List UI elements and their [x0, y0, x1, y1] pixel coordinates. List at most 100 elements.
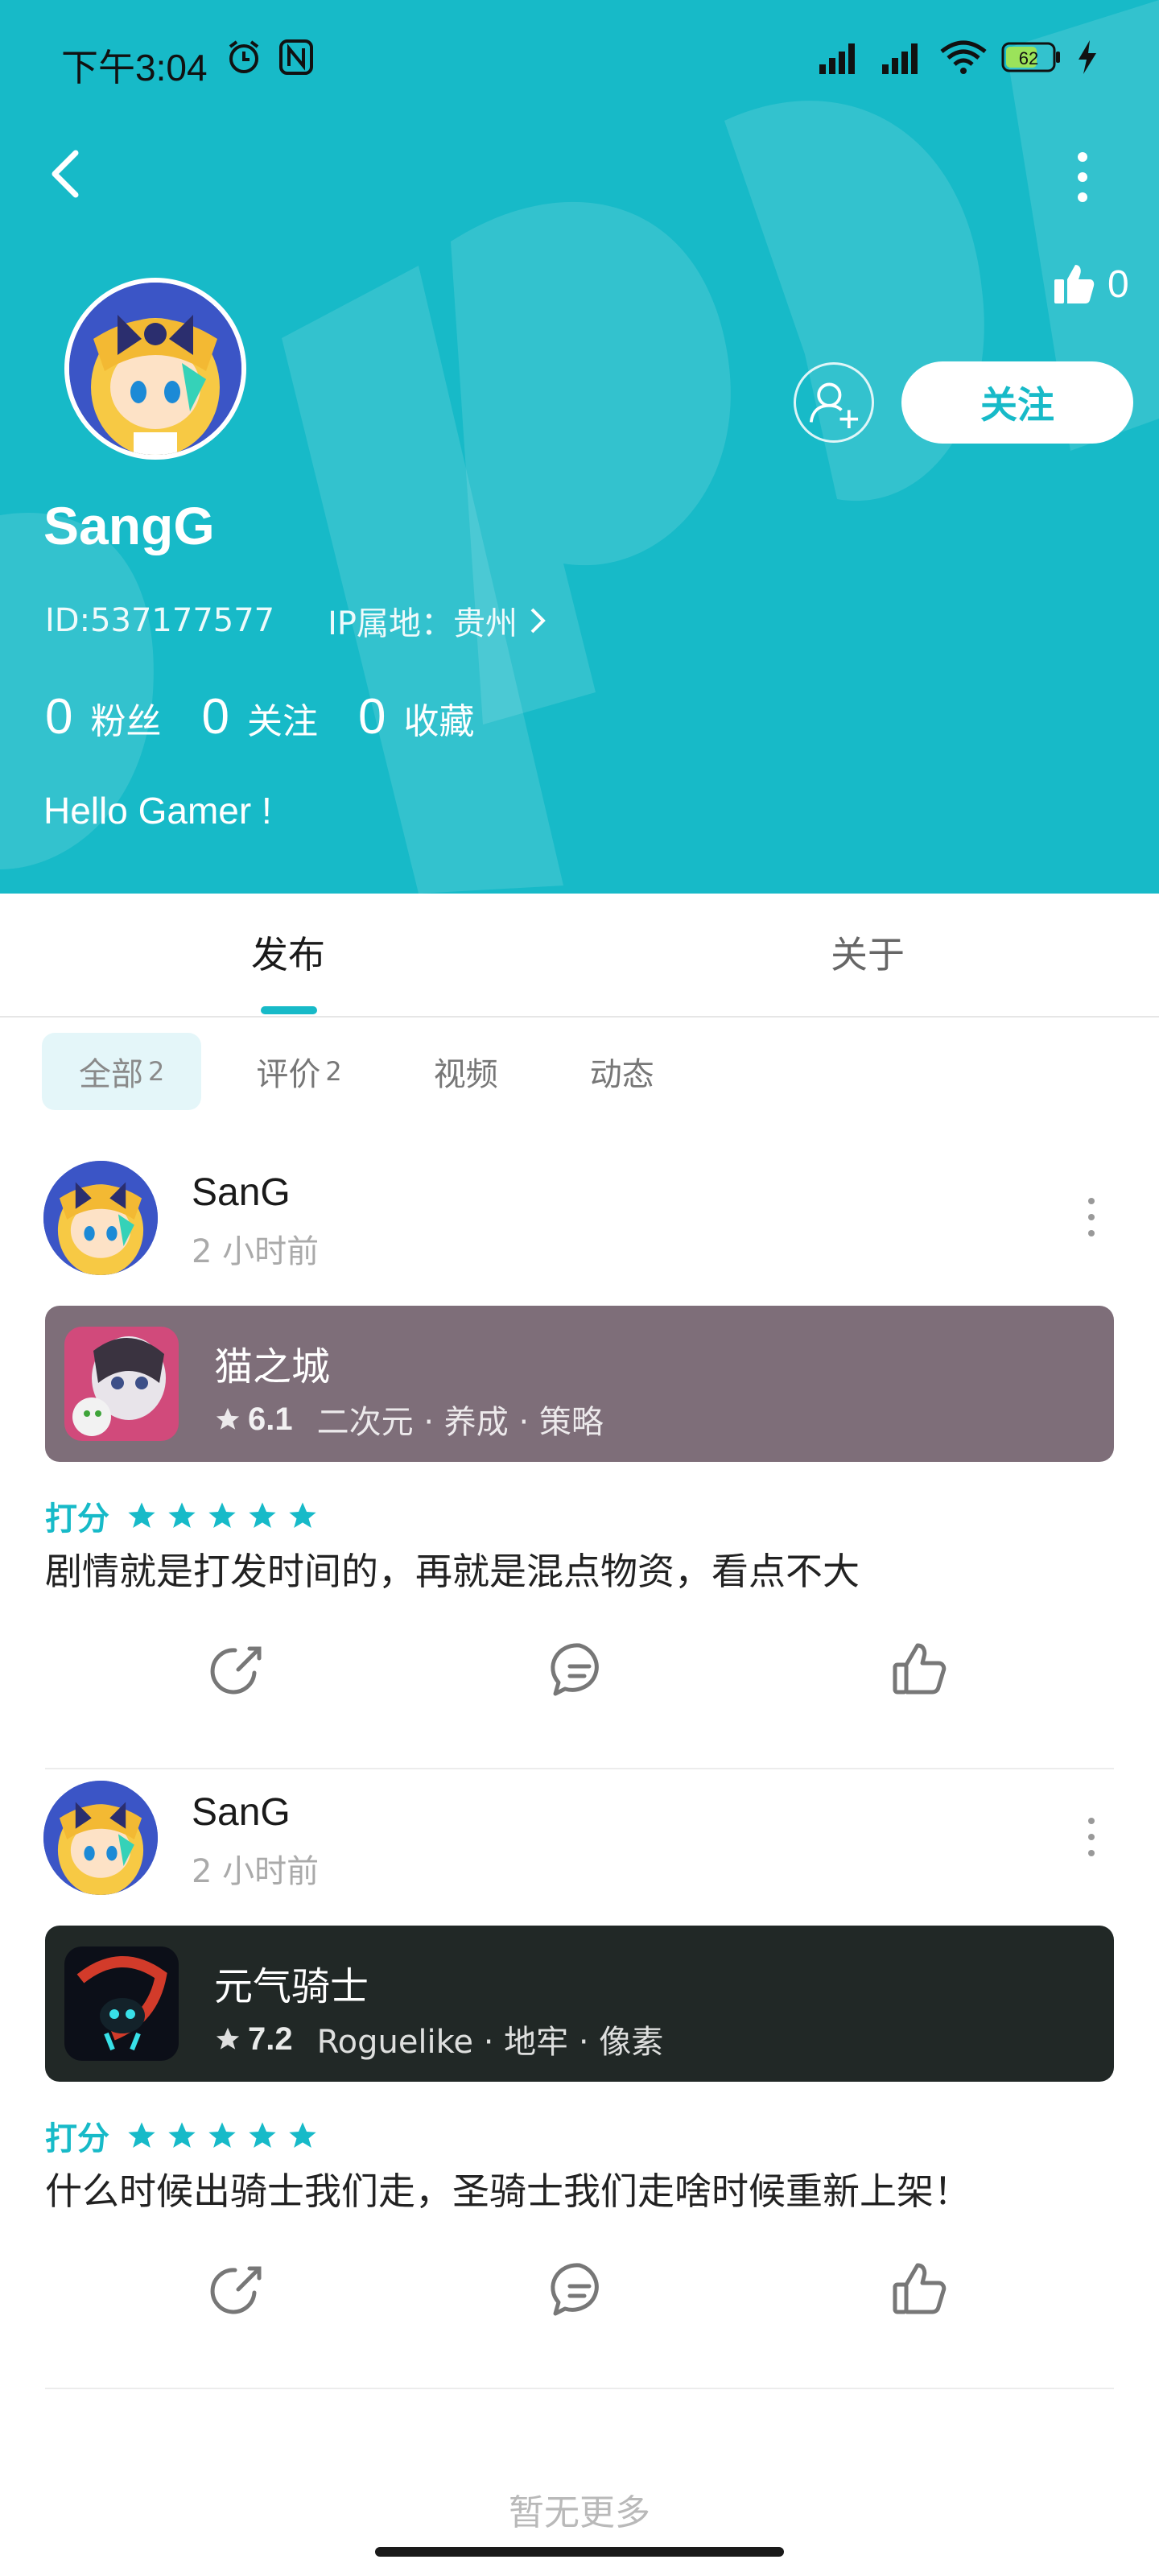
profile-likes[interactable]: 0: [1051, 256, 1129, 312]
like-button[interactable]: [889, 2257, 953, 2322]
home-indicator[interactable]: [375, 2547, 784, 2557]
comment-button[interactable]: [547, 2257, 612, 2322]
wifi-icon: [940, 40, 987, 74]
stat-label: 关注: [246, 701, 318, 742]
star-icon: [168, 2122, 196, 2148]
status-bar: 下午3:04 62: [0, 0, 1159, 121]
filter-count: 2: [148, 1056, 165, 1087]
share-button[interactable]: [206, 1637, 270, 1702]
filter-videos[interactable]: 视频: [397, 1033, 535, 1110]
profile-bio: Hello Gamer !: [43, 790, 272, 832]
rating-label: 打分: [45, 1501, 109, 1538]
post-time: 2 小时前: [192, 1853, 320, 1890]
end-of-list-text: 暂无更多: [509, 2492, 650, 2533]
profile-meta: ID:537177577 IP属地：贵州: [45, 597, 547, 644]
stat-label: 收藏: [403, 701, 475, 742]
game-tags: Roguelike · 地牢 · 像素: [316, 2024, 664, 2061]
game-icon: [64, 1946, 179, 2061]
stat-number: 0: [201, 689, 229, 745]
star-icon: [249, 2122, 276, 2148]
signal-icon-2: [882, 43, 918, 74]
profile-stats: 0 粉丝 0 关注 0 收藏: [45, 688, 514, 745]
filter-reviews[interactable]: 评价 2: [219, 1033, 378, 1110]
game-card[interactable]: 元气骑士 7.2 Roguelike · 地牢 · 像素: [45, 1926, 1114, 2082]
share-button[interactable]: [206, 2257, 270, 2322]
tab-about[interactable]: 关于: [831, 926, 905, 979]
nfc-icon: [279, 39, 313, 75]
game-card[interactable]: 猫之城 6.1 二次元 · 养成 · 策略: [45, 1306, 1114, 1462]
post-author[interactable]: SanG: [192, 1170, 291, 1215]
status-time: 下午3:04: [61, 47, 208, 89]
filter-all[interactable]: 全部 2: [42, 1033, 202, 1110]
filter-row: 全部 2 评价 2 视频 动态: [42, 1033, 691, 1110]
post-actions: [0, 1637, 1159, 1710]
user-avatar[interactable]: [64, 278, 246, 460]
battery-icon: 62: [1001, 42, 1060, 72]
star-icon: [128, 2122, 155, 2148]
follow-button[interactable]: 关注: [901, 361, 1133, 444]
more-menu-button[interactable]: [1062, 149, 1103, 205]
stat-following[interactable]: 0 关注: [201, 688, 317, 745]
like-button[interactable]: [889, 1637, 953, 1702]
game-icon: [64, 1327, 179, 1441]
filter-label: 评价: [256, 1056, 321, 1093]
stat-fans[interactable]: 0 粉丝: [45, 688, 161, 745]
back-button[interactable]: [40, 145, 92, 203]
post-text[interactable]: 什么时候出骑士我们走，圣骑士我们走啥时候重新上架！: [45, 2162, 971, 2215]
stat-label: 粉丝: [90, 701, 162, 742]
thumbs-up-icon: [1054, 265, 1095, 303]
filter-moments[interactable]: 动态: [553, 1033, 691, 1110]
post-time: 2 小时前: [192, 1233, 320, 1270]
avatar-character-image: [43, 1161, 158, 1275]
rating-row: 打分: [45, 1492, 319, 1539]
star-icon: [216, 2027, 240, 2050]
profile-username: SangG: [43, 496, 215, 555]
comment-button[interactable]: [547, 1637, 612, 1702]
star-icon: [128, 1502, 155, 1528]
game-score: 7.2: [248, 2021, 293, 2057]
active-tab-indicator: [261, 1006, 317, 1014]
stat-favorites[interactable]: 0 收藏: [358, 688, 474, 745]
profile-tabs: 发布 关于: [0, 894, 1159, 1018]
author-avatar[interactable]: [43, 1781, 158, 1895]
charging-icon: [1079, 40, 1096, 74]
star-icon: [216, 1407, 240, 1430]
filter-label: 全部: [79, 1056, 143, 1093]
filter-label: 视频: [433, 1056, 498, 1093]
post-more-button[interactable]: [1079, 1193, 1104, 1241]
star-icon: [208, 2122, 236, 2148]
review-post[interactable]: SanG 2 小时前 猫之城 6.1 二次元 · 养成 · 策略 打分 剧情就是…: [0, 1161, 1159, 1781]
filter-label: 动态: [589, 1056, 654, 1093]
post-author[interactable]: SanG: [192, 1790, 291, 1835]
game-tags: 二次元 · 养成 · 策略: [316, 1404, 604, 1441]
profile-header: 下午3:04 62 0 关注 SangG ID:537177577 IP属地：贵…: [0, 0, 1159, 894]
signal-icon: [819, 43, 855, 74]
stat-number: 0: [45, 689, 73, 745]
rating-label: 打分: [45, 2120, 109, 2157]
post-text[interactable]: 剧情就是打发时间的，再就是混点物资，看点不大: [45, 1542, 860, 1596]
tab-posts[interactable]: 发布: [251, 926, 325, 979]
post-more-button[interactable]: [1079, 1813, 1104, 1861]
author-avatar[interactable]: [43, 1161, 158, 1275]
likes-count: 0: [1107, 262, 1129, 306]
stat-number: 0: [357, 689, 386, 745]
game-meta: 7.2 Roguelike · 地牢 · 像素: [214, 2016, 663, 2062]
alarm-icon: [229, 40, 259, 73]
game-name: 猫之城: [214, 1344, 331, 1389]
avatar-character-image: [69, 283, 241, 455]
chevron-right-icon: [530, 608, 546, 634]
user-id: ID:537177577: [45, 602, 275, 639]
review-post[interactable]: SanG 2 小时前 元气骑士 7.2 Roguelike · 地牢 · 像素 …: [0, 1781, 1159, 2401]
game-meta: 6.1 二次元 · 养成 · 策略: [214, 1396, 604, 1443]
star-icon: [289, 2122, 316, 2148]
post-divider: [45, 2388, 1114, 2389]
ip-location-link[interactable]: IP属地：贵州: [328, 597, 547, 644]
svg-text:62: 62: [1019, 48, 1038, 68]
rating-row: 打分: [45, 2112, 319, 2159]
game-cover-image: [64, 1946, 179, 2061]
add-friend-button[interactable]: [794, 362, 874, 443]
star-icon: [289, 1502, 316, 1528]
star-icon: [249, 1502, 276, 1528]
ip-location: IP属地：贵州: [328, 605, 518, 642]
game-score: 6.1: [248, 1401, 293, 1437]
